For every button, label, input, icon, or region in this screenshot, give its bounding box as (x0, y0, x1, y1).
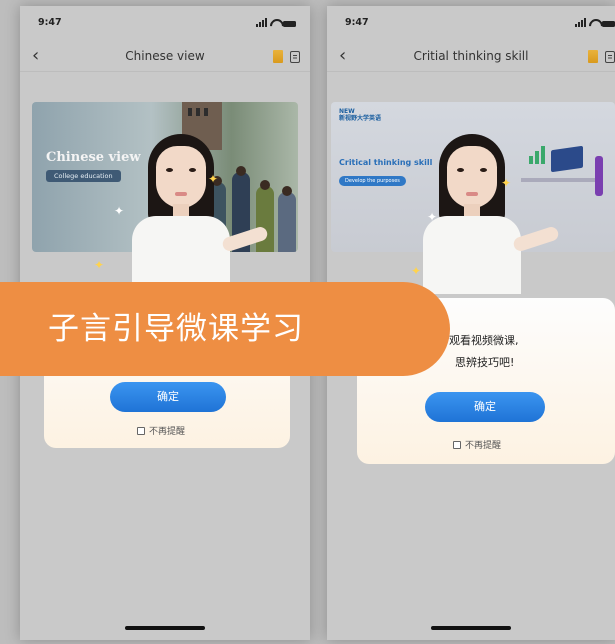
sparkle-icon: ✦ (411, 264, 422, 278)
dialog-message-line: 观看视频微课, (449, 334, 519, 347)
avatar-face (156, 146, 206, 208)
building-window (188, 108, 192, 116)
confirm-button[interactable]: 确定 (110, 382, 226, 412)
battery-icon (602, 21, 615, 27)
dont-remind-label: 不再提醒 (149, 427, 186, 437)
system-icons (575, 18, 615, 27)
avatar-blouse (423, 216, 521, 294)
avatar-eye (480, 168, 487, 172)
monitor-graphic (551, 145, 583, 173)
system-icons (256, 18, 296, 27)
dialog-message-line: 思辨技巧吧! (455, 356, 515, 369)
student-figure (256, 186, 274, 252)
signal-icon (256, 18, 267, 27)
document-icon[interactable] (290, 50, 300, 63)
publisher-logo: NEW 新视野大学英语 (339, 108, 381, 122)
dont-remind-toggle[interactable]: 不再提醒 (453, 438, 501, 451)
student-figure (278, 192, 296, 252)
caption-banner: 子言引导微课学习 (0, 282, 450, 376)
battery-icon (283, 21, 296, 27)
avatar-eye (457, 168, 464, 172)
signal-icon (575, 18, 586, 27)
confirm-button[interactable]: 确定 (425, 392, 545, 422)
student-head (282, 186, 292, 196)
banner-tag: College education (46, 170, 121, 182)
building-window (196, 108, 200, 116)
wifi-icon (270, 19, 280, 27)
status-bar: 9:47 (20, 6, 310, 36)
banner-tag: Develop the purposes (339, 176, 406, 186)
avatar-face (447, 146, 497, 208)
checkbox-icon[interactable] (453, 440, 461, 449)
nav-actions (273, 50, 300, 63)
nav-bar: ‹ Chinese view (20, 42, 310, 72)
book-icon[interactable] (273, 50, 283, 63)
logo-text: NEW (339, 108, 355, 115)
dont-remind-toggle[interactable]: 不再提醒 (137, 424, 185, 437)
logo-text: 新视野大学英语 (339, 115, 382, 122)
checkbox-icon[interactable] (137, 426, 145, 435)
sparkle-icon: ✦ (501, 176, 512, 190)
building-window (204, 108, 208, 116)
status-time: 9:47 (345, 17, 369, 28)
avatar-eye (189, 168, 196, 172)
home-indicator[interactable] (431, 626, 511, 630)
avatar-lips (175, 192, 187, 196)
worker-figure (595, 156, 603, 196)
wifi-icon (589, 19, 599, 27)
page-title: Critial thinking skill (413, 49, 529, 63)
student-head (260, 180, 270, 190)
caption-text: 子言引导微课学习 (48, 311, 304, 347)
nav-bar: ‹ Critial thinking skill (327, 42, 615, 72)
dont-remind-label: 不再提醒 (465, 441, 502, 451)
sparkle-icon: ✦ (427, 210, 438, 224)
sparkle-icon: ✦ (114, 204, 125, 218)
status-bar: 9:47 (327, 6, 615, 36)
document-icon[interactable] (605, 50, 615, 63)
nav-actions (588, 50, 615, 63)
home-indicator[interactable] (125, 626, 205, 630)
sparkle-icon: ✦ (208, 172, 219, 186)
virtual-teacher-avatar (116, 134, 270, 294)
avatar-lips (466, 192, 478, 196)
status-time: 9:47 (38, 17, 62, 28)
sparkle-icon: ✦ (94, 258, 105, 272)
book-icon[interactable] (588, 50, 598, 63)
page-title: Chinese view (125, 49, 205, 63)
avatar-eye (166, 168, 173, 172)
